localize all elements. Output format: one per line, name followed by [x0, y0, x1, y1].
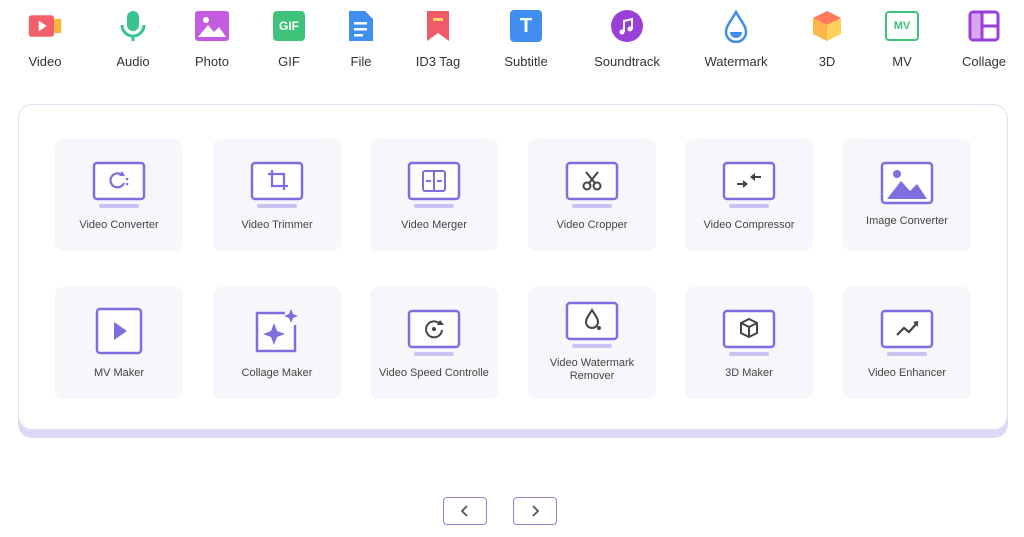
nav-item-collage[interactable]: Collage [944, 8, 1024, 69]
scissors-icon [564, 159, 620, 211]
cube-icon [809, 8, 845, 44]
tool-label: Video Watermark Remover [549, 357, 635, 382]
tool-label: MV Maker [93, 367, 145, 379]
mv-icon: MV [884, 8, 920, 44]
tool-label: Video Enhancer [867, 367, 947, 379]
subtitle-glyph: T [510, 10, 542, 42]
nav-item-photo[interactable]: Photo [172, 8, 252, 69]
tool-label: Video Trimmer [241, 219, 313, 231]
tool-video-watermark-remover[interactable]: Video Watermark Remover [528, 287, 656, 399]
nav-item-3d[interactable]: 3D [787, 8, 867, 69]
image-icon [879, 159, 935, 211]
tool-label: Video Converter [79, 219, 159, 231]
nav-label: Photo [195, 54, 229, 69]
merge-icon [406, 159, 462, 211]
tool-label: Video Cropper [556, 219, 628, 231]
bookmark-icon [420, 8, 456, 44]
compress-icon [721, 159, 777, 211]
collage-icon [966, 8, 1002, 44]
nav-item-mv[interactable]: MV MV [862, 8, 942, 69]
nav-label: Collage [961, 54, 1007, 69]
nav-label: Audio [116, 54, 150, 69]
next-page-button[interactable] [513, 497, 557, 525]
sparkle-icon [249, 307, 305, 359]
tool-video-speed-controller[interactable]: Video Speed Controlle [370, 287, 498, 399]
watermark-remove-icon [564, 299, 620, 351]
video-icon [27, 8, 63, 44]
tool-mv-maker[interactable]: MV Maker [55, 287, 183, 399]
gif-icon: GIF [271, 8, 307, 44]
nav-item-subtitle[interactable]: T Subtitle [486, 8, 566, 69]
nav-label: MV [892, 54, 912, 69]
nav-label: Watermark [704, 54, 768, 69]
file-icon [343, 8, 379, 44]
tool-video-converter[interactable]: Video Converter [55, 139, 183, 251]
convert-icon [91, 159, 147, 211]
tool-video-enhancer[interactable]: Video Enhancer [843, 287, 971, 399]
nav-item-video[interactable]: Video [5, 8, 85, 69]
tool-video-compressor[interactable]: Video Compressor [685, 139, 813, 251]
nav-item-gif[interactable]: GIF GIF [249, 8, 329, 69]
music-icon [609, 8, 645, 44]
tool-video-cropper[interactable]: Video Cropper [528, 139, 656, 251]
play-icon [91, 307, 147, 359]
tool-label: Video Speed Controlle [379, 367, 489, 379]
crop-icon [249, 159, 305, 211]
microphone-icon [115, 8, 151, 44]
nav-item-file[interactable]: File [321, 8, 401, 69]
subtitle-icon: T [508, 8, 544, 44]
nav-label: File [350, 54, 372, 69]
tools-panel: Video Converter Video Trimmer Video Merg… [18, 104, 1008, 430]
nav-label: Subtitle [504, 54, 548, 69]
nav-label: 3D [818, 54, 836, 69]
tool-video-trimmer[interactable]: Video Trimmer [213, 139, 341, 251]
cube-outline-icon [721, 307, 777, 359]
tool-collage-maker[interactable]: Collage Maker [213, 287, 341, 399]
gif-badge: GIF [273, 11, 305, 41]
nav-item-audio[interactable]: Audio [93, 8, 173, 69]
chevron-right-icon [532, 505, 540, 517]
tool-label: Video Compressor [703, 219, 795, 231]
mv-badge: MV [885, 11, 919, 41]
nav-label: ID3 Tag [415, 54, 461, 69]
category-nav: Video Audio Photo GIF GIF File ID3 Tag T [0, 8, 1024, 78]
nav-label: Video [28, 54, 62, 69]
tool-3d-maker[interactable]: 3D Maker [685, 287, 813, 399]
nav-label: GIF [278, 54, 300, 69]
tool-label: 3D Maker [725, 367, 773, 379]
speed-icon [406, 307, 462, 359]
chevron-left-icon [460, 505, 468, 517]
tool-label: Collage Maker [241, 367, 313, 379]
nav-item-id3-tag[interactable]: ID3 Tag [398, 8, 478, 69]
nav-item-watermark[interactable]: Watermark [696, 8, 776, 69]
prev-page-button[interactable] [443, 497, 487, 525]
tool-label: Video Merger [401, 219, 467, 231]
droplet-icon [718, 8, 754, 44]
photo-icon [194, 8, 230, 44]
tool-video-merger[interactable]: Video Merger [370, 139, 498, 251]
tool-label: Image Converter [866, 215, 948, 227]
nav-label: Soundtrack [594, 54, 660, 69]
trend-icon [879, 307, 935, 359]
tool-image-converter[interactable]: Image Converter [843, 139, 971, 251]
nav-item-soundtrack[interactable]: Soundtrack [587, 8, 667, 69]
